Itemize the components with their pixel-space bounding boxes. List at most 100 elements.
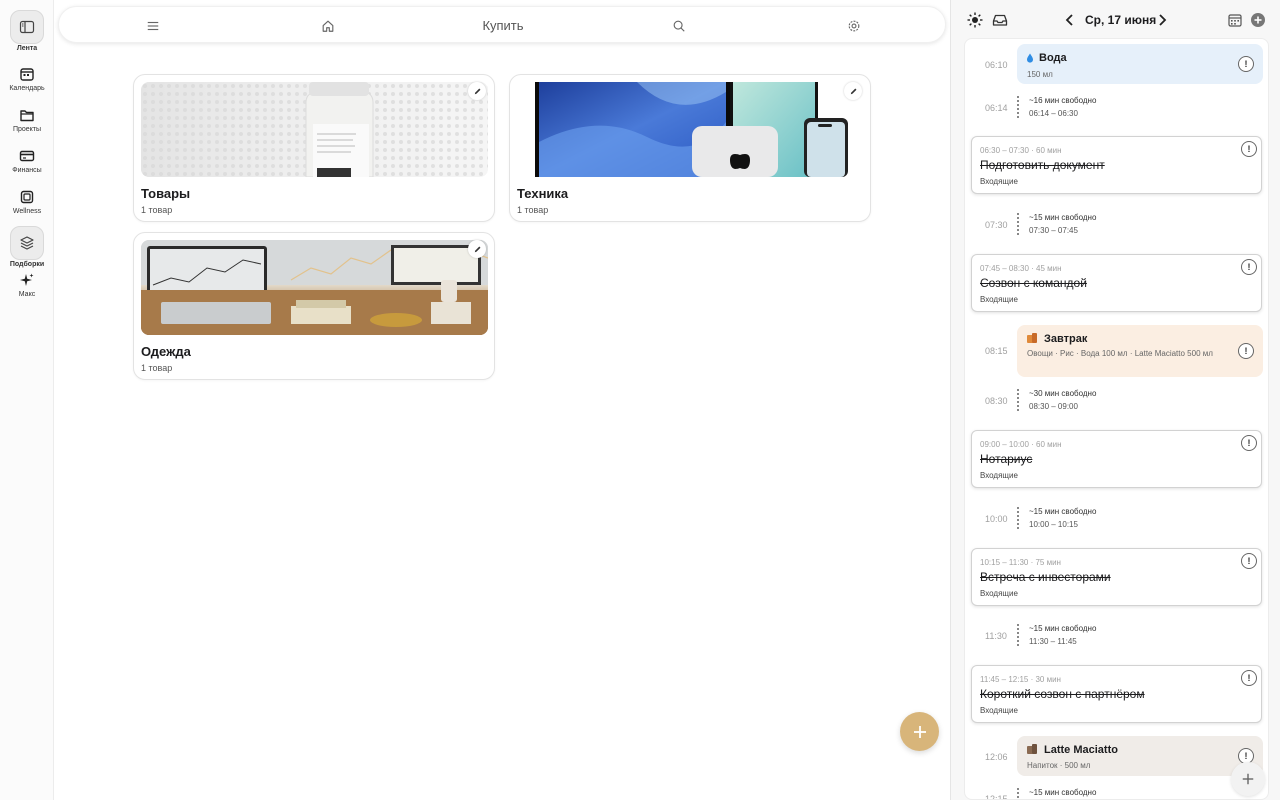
inbox-button[interactable] <box>992 12 1008 28</box>
drink-entry[interactable]: Latte Maciatto Напиток · 500 мл ! <box>1017 736 1263 776</box>
rail-label: Макс <box>18 291 36 298</box>
time-label: 08:30 <box>985 396 1008 406</box>
inbox-icon <box>992 14 1008 26</box>
time-label: 12:06 <box>985 752 1008 762</box>
next-day-button[interactable] <box>1154 12 1170 28</box>
alert-icon[interactable]: ! <box>1241 141 1257 157</box>
entry-detail: Напиток · 500 мл <box>1027 761 1091 770</box>
rail-label: Wellness <box>12 208 42 215</box>
timeline-add-button[interactable] <box>1231 762 1265 796</box>
task-time: 11:45 – 12:15 · 30 мин <box>980 675 1061 684</box>
alert-icon[interactable]: ! <box>1238 56 1254 72</box>
folder-icon <box>10 105 44 125</box>
rail-item-finance[interactable]: Финансы <box>0 146 54 174</box>
alert-icon[interactable]: ! <box>1241 553 1257 569</box>
rail-item-calendar[interactable]: Календарь <box>0 64 54 92</box>
task-title: Короткий созвон с партнёром <box>980 687 1145 701</box>
rail-item-wellness[interactable]: Wellness <box>0 187 54 215</box>
wellness-icon <box>10 187 44 207</box>
meal-entry[interactable]: Завтрак Овощи · Рис · Вода 100 мл · Latt… <box>1017 325 1263 377</box>
collection-card-goods[interactable]: Товары 1 товар <box>133 74 495 222</box>
task-title: Подготовить документ <box>980 158 1105 172</box>
prev-day-button[interactable] <box>1062 12 1078 28</box>
task-card[interactable]: 06:30 – 07:30 · 60 мин Подготовить докум… <box>971 136 1262 194</box>
gear-icon <box>848 20 860 31</box>
water-entry[interactable]: Вода 150 мл ! <box>1017 44 1263 84</box>
time-label: 06:14 <box>985 103 1008 113</box>
day-timeline: 06:10 Вода 150 мл ! 06:14 ~16 мин свобод… <box>964 38 1269 800</box>
task-list: Входящие <box>980 471 1018 480</box>
theme-toggle[interactable] <box>967 12 983 28</box>
free-range: 08:30 – 09:00 <box>1029 402 1078 411</box>
calendar-grid-icon <box>1228 14 1242 27</box>
rail-item-projects[interactable]: Проекты <box>0 105 54 133</box>
alert-icon[interactable]: ! <box>1241 259 1257 275</box>
time-label: 11:30 <box>985 631 1007 641</box>
task-list: Входящие <box>980 589 1018 598</box>
edit-button[interactable] <box>844 82 862 100</box>
task-time: 07:45 – 08:30 · 45 мин <box>980 264 1062 273</box>
task-card[interactable]: 10:15 – 11:30 · 75 мин Встреча с инвесто… <box>971 548 1262 606</box>
left-rail: Лента Календарь Проекты Финансы Wellness… <box>0 0 54 800</box>
food-icon <box>1027 333 1037 343</box>
time-label: 06:10 <box>985 60 1008 70</box>
collection-card-tech[interactable]: Техника 1 товар <box>509 74 871 222</box>
entry-title: Latte Maciatto <box>1044 744 1118 756</box>
time-label: 07:30 <box>985 220 1008 230</box>
toolbar-title: Купить <box>482 18 524 33</box>
alert-icon[interactable]: ! <box>1241 435 1257 451</box>
add-event-button[interactable] <box>1250 12 1266 28</box>
rail-label: Финансы <box>12 167 42 174</box>
plus-icon <box>913 725 926 738</box>
rail-label: Календарь <box>9 85 45 92</box>
free-duration: ~15 мин свободно <box>1029 507 1097 516</box>
menu-button[interactable] <box>143 7 163 44</box>
day-panel: Ср, 17 июня 06:10 Вода 150 мл ! 06:14 ~1… <box>950 0 1280 800</box>
add-button[interactable] <box>900 712 939 751</box>
home-button[interactable] <box>318 7 338 44</box>
task-time: 06:30 – 07:30 · 60 мин <box>980 146 1062 155</box>
settings-button[interactable] <box>844 7 864 44</box>
rail-item-max[interactable]: Макс <box>0 270 54 298</box>
menu-icon <box>147 21 159 30</box>
collection-title: Товары <box>141 186 191 201</box>
search-button[interactable] <box>669 7 689 44</box>
rail-item-feed[interactable]: Лента <box>0 10 54 52</box>
task-card[interactable]: 09:00 – 10:00 · 60 мин Нотариус Входящие… <box>971 430 1262 488</box>
free-duration: ~15 мин свободно <box>1029 624 1097 633</box>
time-label: 08:15 <box>985 346 1008 356</box>
calendar-view-button[interactable] <box>1227 12 1243 28</box>
time-label: 12:15 <box>985 794 1008 800</box>
drop-icon <box>1027 53 1033 63</box>
plus-circle-icon <box>1251 13 1265 27</box>
free-range: 10:00 – 10:15 <box>1029 520 1078 529</box>
collection-card-clothes[interactable]: Одежда 1 товар <box>133 232 495 380</box>
rail-item-collections[interactable]: Подборки <box>0 226 54 268</box>
wallet-icon <box>10 146 44 166</box>
task-list: Входящие <box>980 177 1018 186</box>
calendar-icon <box>10 64 44 84</box>
page-title: Купить <box>453 7 553 44</box>
sun-icon <box>967 12 983 28</box>
free-range: 11:30 – 11:45 <box>1029 637 1077 646</box>
task-card[interactable]: 07:45 – 08:30 · 45 мин Созвон с командой… <box>971 254 1262 312</box>
drink-icon <box>1027 744 1037 754</box>
layers-icon <box>10 226 44 260</box>
task-list: Входящие <box>980 295 1018 304</box>
alert-icon[interactable]: ! <box>1238 343 1254 359</box>
collection-count: 1 товар <box>141 205 173 215</box>
edit-button[interactable] <box>468 82 486 100</box>
rail-label: Лента <box>16 45 38 52</box>
free-range: 07:30 – 07:45 <box>1029 226 1078 235</box>
task-card[interactable]: 11:45 – 12:15 · 30 мин Короткий созвон с… <box>971 665 1262 723</box>
chevron-left-icon <box>1065 14 1073 26</box>
pencil-icon <box>474 246 480 252</box>
free-duration: ~15 мин свободно <box>1029 213 1097 222</box>
task-time: 09:00 – 10:00 · 60 мин <box>980 440 1062 449</box>
entry-detail: Овощи · Рис · Вода 100 мл · Latte Maciat… <box>1027 349 1213 358</box>
sparkle-icon <box>10 270 44 290</box>
alert-icon[interactable]: ! <box>1241 670 1257 686</box>
time-label: 10:00 <box>985 514 1008 524</box>
edit-button[interactable] <box>468 240 486 258</box>
rail-label: Подборки <box>9 261 45 268</box>
